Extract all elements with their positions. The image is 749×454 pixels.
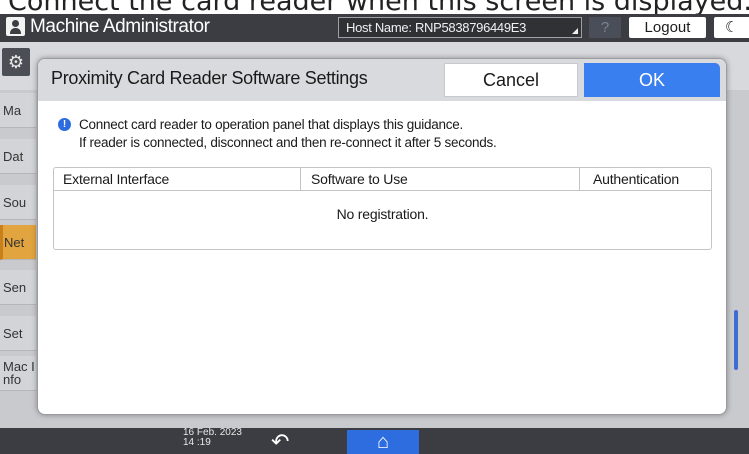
cancel-button[interactable]: Cancel xyxy=(444,63,578,97)
info-icon: ! xyxy=(58,118,71,131)
table-header: External Interface Software to Use Authe… xyxy=(54,168,711,191)
home-icon[interactable]: ⌂ xyxy=(347,430,419,454)
column-software-to-use: Software to Use xyxy=(300,168,408,190)
guidance-line-1: Connect card reader to operation panel t… xyxy=(79,117,464,132)
dialog-title: Proximity Card Reader Software Settings xyxy=(51,68,368,88)
sidebar-item-ma: Ma xyxy=(0,93,36,128)
sidebar-item-sou: Sou xyxy=(0,185,36,220)
sidebar-item-set: Set xyxy=(0,316,36,351)
guidance-line-2: If reader is connected, disconnect and t… xyxy=(79,135,497,150)
background-scrollbar xyxy=(734,310,738,370)
registration-table: External Interface Software to Use Authe… xyxy=(53,167,712,250)
sidebar-item-dat: Dat xyxy=(0,139,36,174)
host-name-field[interactable]: Host Name: RNP5838796449E3 xyxy=(338,17,582,38)
caption-strip: Connect the card reader when this screen… xyxy=(0,0,749,14)
top-header: Machine Administrator Host Name: RNP5838… xyxy=(0,14,749,42)
eco-mode-moon-icon[interactable]: ☾ xyxy=(714,17,749,38)
sidebar-item-sen: Sen xyxy=(0,270,36,305)
logout-button[interactable]: Logout xyxy=(629,17,706,38)
time-label: 14 :19 xyxy=(183,437,211,448)
column-external-interface: External Interface xyxy=(63,171,170,187)
help-button[interactable]: ? xyxy=(589,17,621,38)
date-time: 16 Feb. 2023 14 :19 xyxy=(183,428,242,448)
sidebar-item-net-active: Net xyxy=(0,225,36,260)
host-name-text: Host Name: RNP5838796449E3 xyxy=(346,20,527,35)
ok-button[interactable]: OK xyxy=(584,63,720,97)
sidebar-item-mac-info: Mac Info xyxy=(0,356,36,391)
gear-icon: ⚙ xyxy=(2,48,30,76)
no-registration-message: No registration. xyxy=(336,206,429,222)
resize-corner-icon xyxy=(572,28,578,34)
back-arrow-icon[interactable]: ↶ xyxy=(271,431,289,453)
user-icon xyxy=(6,17,25,36)
guidance-text: Connect card reader to operation panel t… xyxy=(79,116,497,152)
dialog-header: Proximity Card Reader Software Settings … xyxy=(38,59,726,101)
app-title: Machine Administrator xyxy=(30,16,210,37)
settings-dialog: Proximity Card Reader Software Settings … xyxy=(37,58,727,415)
column-authentication: Authentication xyxy=(579,168,679,190)
caption-text: Connect the card reader when this screen… xyxy=(8,0,749,14)
